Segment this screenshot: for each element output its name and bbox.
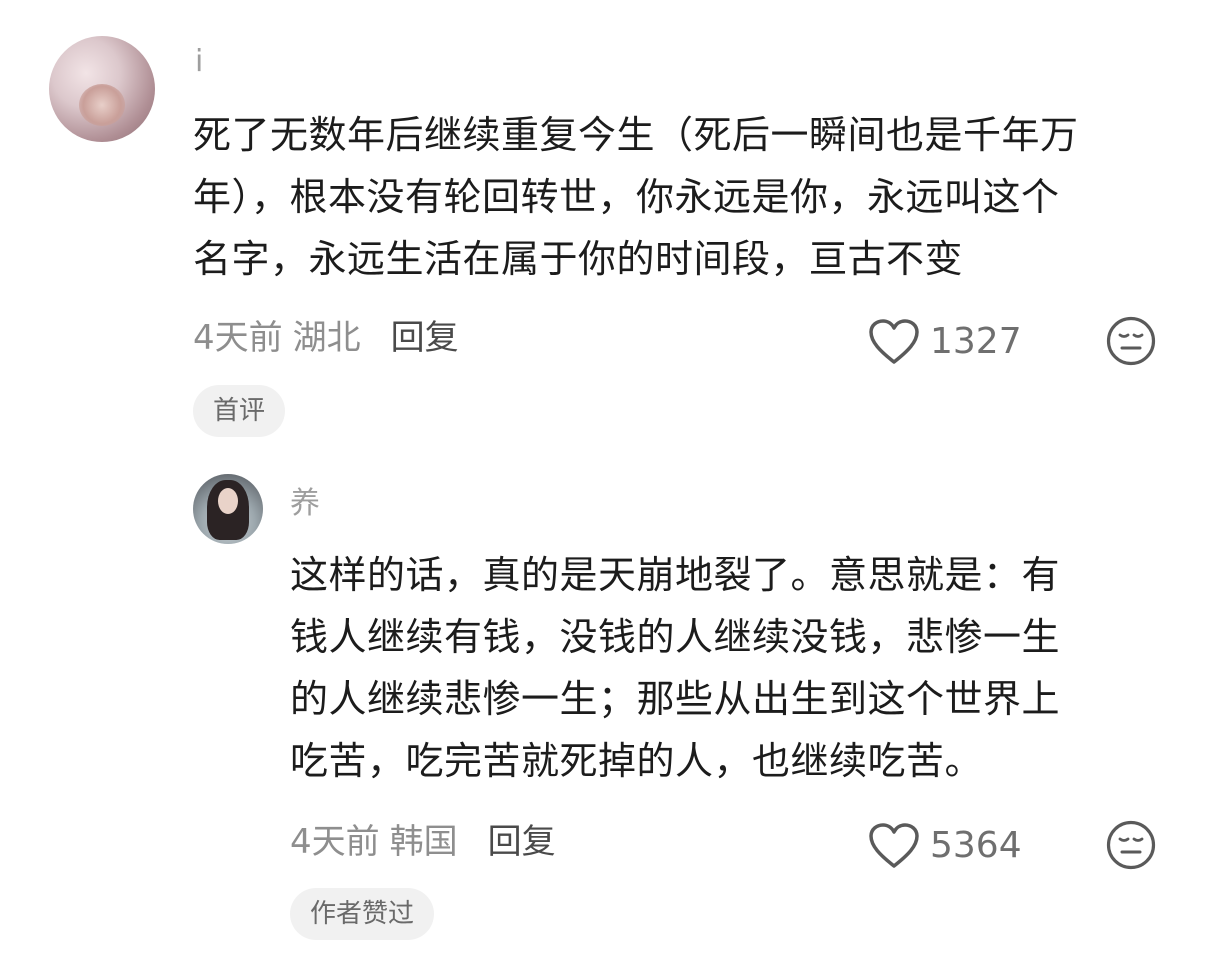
reply-location: 韩国 xyxy=(389,822,458,862)
comment-line: 名字，永远生活在属于你的时间段，亘古不变 xyxy=(193,237,964,281)
like-count: 5364 xyxy=(930,825,1022,866)
like-button[interactable]: 1327 xyxy=(868,318,1022,366)
reply-line: 这样的话，真的是天崩地裂了。意思就是：有 xyxy=(290,553,1061,597)
comment-body: 死了无数年后继续重复今生（死后一瞬间也是千年万 年），根本没有轮回转世，你永远是… xyxy=(193,104,1079,290)
reply-button[interactable]: 回复 xyxy=(488,822,556,862)
like-count: 1327 xyxy=(930,321,1022,362)
avatar-image-detail xyxy=(218,488,238,514)
commenter-avatar[interactable] xyxy=(49,36,155,142)
comment-location: 湖北 xyxy=(292,318,361,358)
reply-time: 4天前 xyxy=(290,822,380,862)
reply-meta: 4天前 韩国 回复 xyxy=(290,822,556,862)
comment-line: 死了无数年后继续重复今生（死后一瞬间也是千年万 xyxy=(193,113,1079,157)
comment-time: 4天前 xyxy=(193,318,283,358)
reply-line: 的人继续悲惨一生；那些从出生到这个世界上 xyxy=(290,677,1061,721)
heart-outline-icon xyxy=(869,319,919,364)
expressionless-face-icon[interactable] xyxy=(1106,820,1156,870)
replier-username[interactable]: 养 xyxy=(290,486,320,522)
first-comment-badge: 首评 xyxy=(193,385,286,437)
reply-button[interactable]: 回复 xyxy=(391,318,459,358)
username-first-char: i xyxy=(195,44,204,79)
commenter-username[interactable]: i xyxy=(195,44,203,80)
heart-outline-icon xyxy=(869,823,919,868)
comment-thread: i 死了无数年后继续重复今生（死后一瞬间也是千年万 年），根本没有轮回转世，你永… xyxy=(0,0,1206,956)
reply-line: 钱人继续有钱，没钱的人继续没钱，悲惨一生 xyxy=(290,615,1061,659)
reply-line: 吃苦，吃完苦就死掉的人，也继续吃苦。 xyxy=(290,739,984,783)
avatar-image-detail xyxy=(79,84,125,126)
username-first-char: 养 xyxy=(290,486,320,521)
expressionless-face-icon[interactable] xyxy=(1106,316,1156,366)
reply-body: 这样的话，真的是天崩地裂了。意思就是：有 钱人继续有钱，没钱的人继续没钱，悲惨一… xyxy=(290,544,1060,792)
comment-line: 年），根本没有轮回转世，你永远是你，永远叫这个 xyxy=(193,175,1060,219)
comment-meta: 4天前 湖北 回复 xyxy=(193,318,459,358)
author-liked-badge: 作者赞过 xyxy=(290,888,435,940)
like-button[interactable]: 5364 xyxy=(868,822,1022,870)
replier-avatar[interactable] xyxy=(193,474,263,544)
